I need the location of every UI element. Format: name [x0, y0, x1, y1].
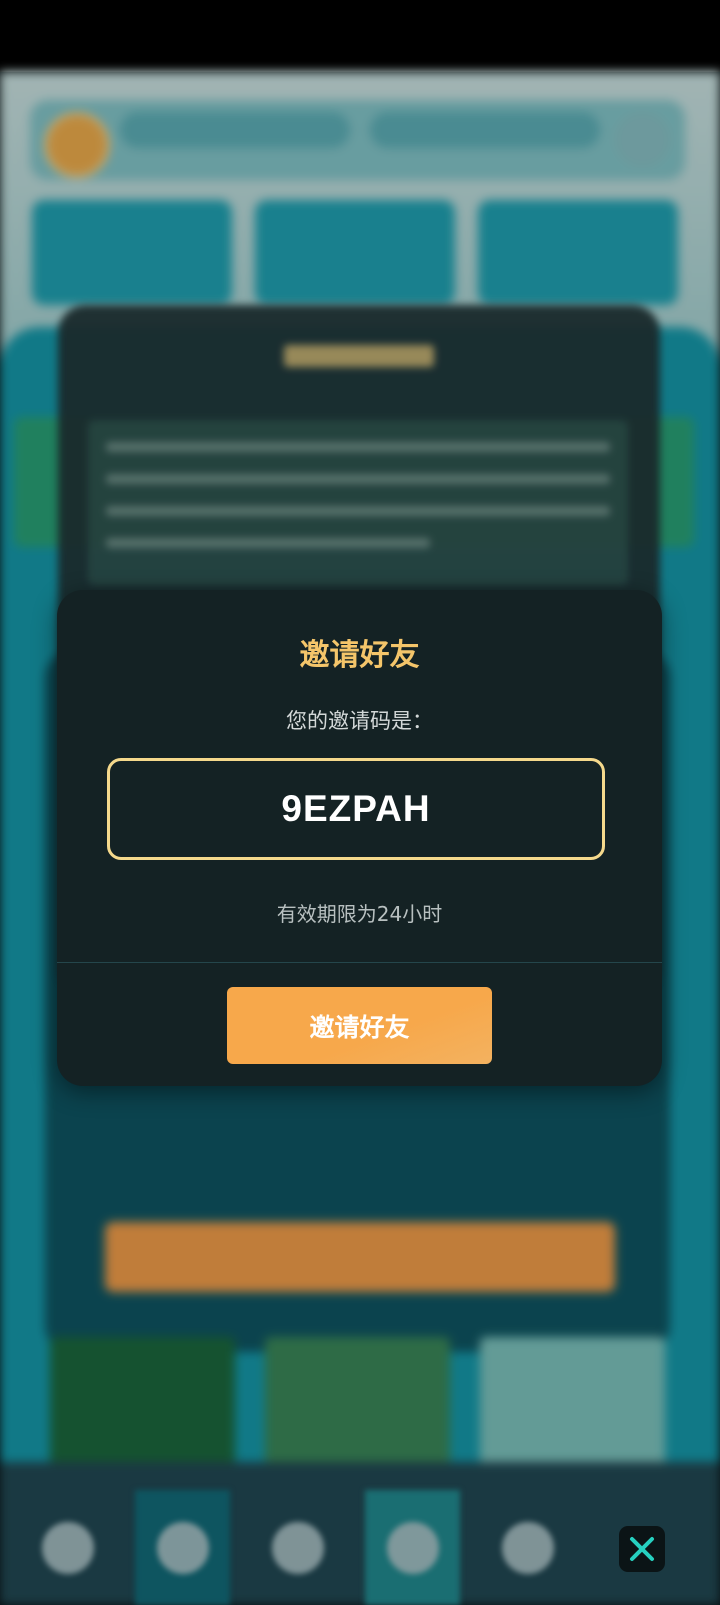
invite-code: 9EZPAH	[281, 788, 431, 829]
status-bar	[0, 0, 720, 72]
background-dialog-title	[58, 345, 660, 375]
nav-icon	[502, 1522, 554, 1574]
invite-dialog: 邀请好友 您的邀请码是： 9EZPAH 有效期限为24小时 邀请好友	[57, 590, 662, 1086]
background-dialog-body	[88, 420, 628, 585]
close-icon	[630, 1537, 654, 1561]
invite-code-box[interactable]: 9EZPAH	[107, 758, 605, 860]
nav-icon	[157, 1522, 209, 1574]
close-button[interactable]	[619, 1526, 665, 1572]
divider	[57, 962, 662, 963]
dialog-title: 邀请好友	[299, 638, 420, 673]
nav-icon	[387, 1522, 439, 1574]
invite-code-label: 您的邀请码是：	[286, 709, 433, 733]
invite-friends-button[interactable]: 邀请好友	[227, 987, 492, 1064]
nav-icon	[272, 1522, 324, 1574]
validity-text: 有效期限为24小时	[276, 902, 443, 926]
nav-icon	[42, 1522, 94, 1574]
